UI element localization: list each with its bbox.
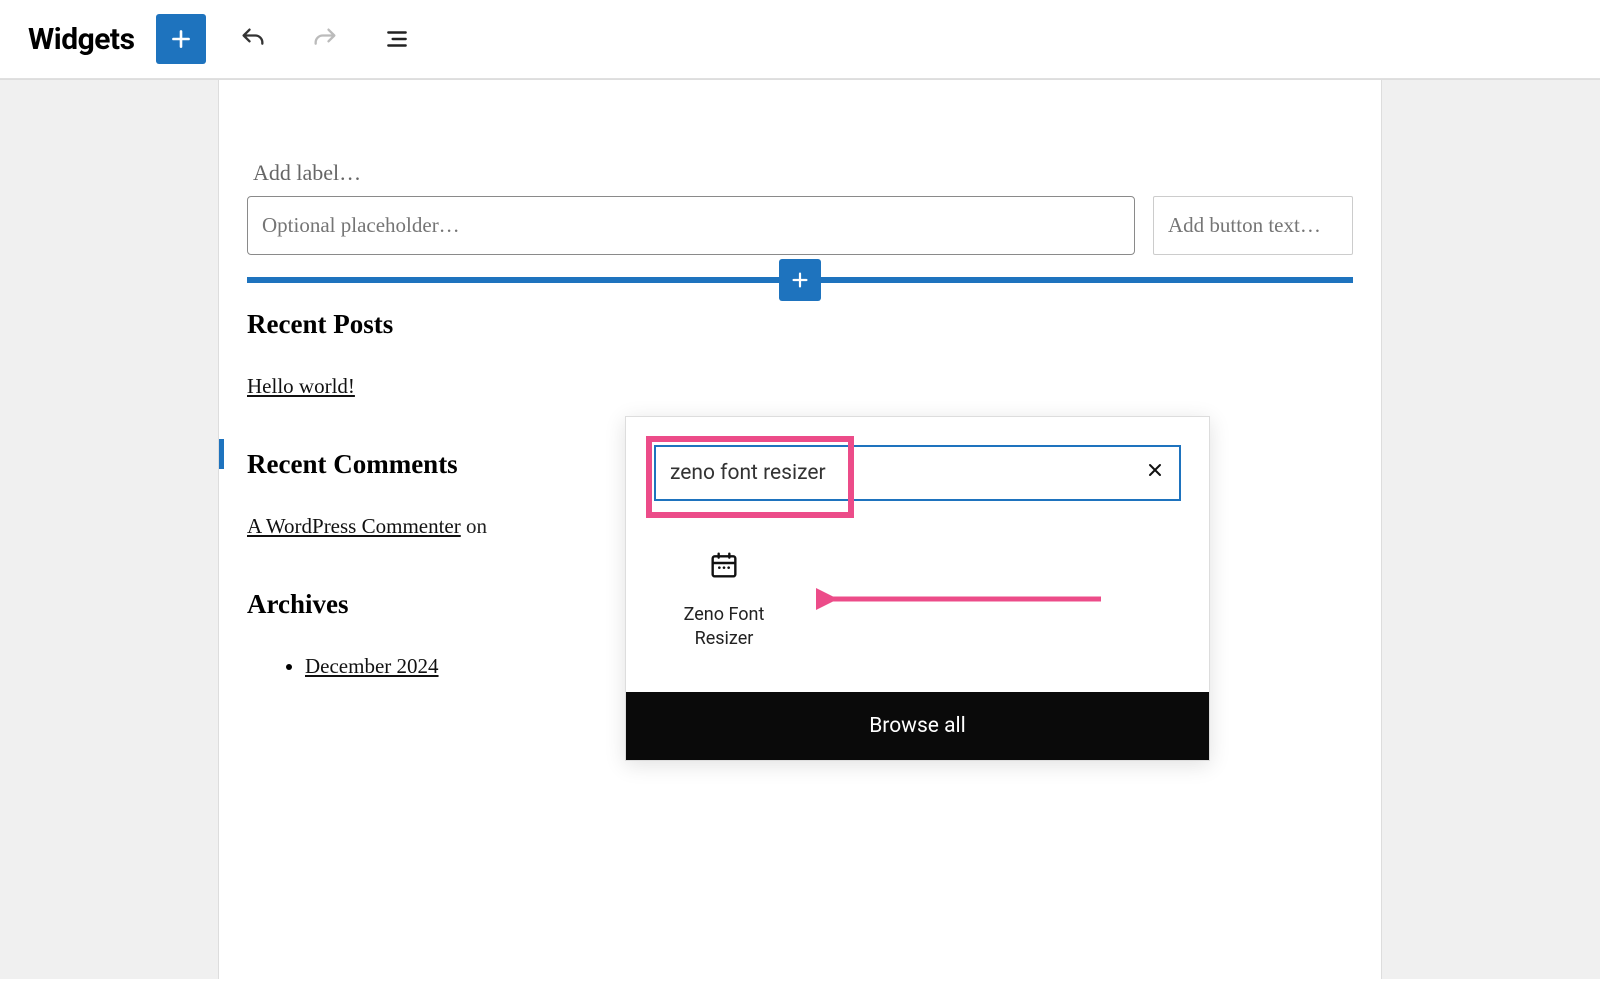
comment-author-link[interactable]: A WordPress Commenter — [247, 514, 461, 539]
block-result-zeno-font-resizer[interactable]: Zeno Font Resizer — [664, 549, 784, 652]
clear-search-button[interactable] — [1145, 460, 1165, 486]
list-view-icon — [384, 26, 410, 52]
recent-posts-heading: Recent Posts — [247, 309, 1353, 340]
undo-icon — [239, 25, 267, 53]
block-inserter-popover: Zeno Font Resizer Browse all — [625, 416, 1210, 761]
annotation-arrow — [816, 587, 1106, 611]
plus-icon — [168, 26, 194, 52]
close-icon — [1145, 460, 1165, 480]
add-block-button[interactable] — [156, 14, 206, 64]
block-result-label: Zeno Font Resizer — [664, 603, 784, 652]
calendar-icon — [708, 549, 740, 581]
comment-on-text: on — [461, 514, 487, 538]
archive-link[interactable]: December 2024 — [305, 654, 439, 679]
block-search-input[interactable] — [654, 445, 1181, 501]
button-text-input[interactable] — [1153, 196, 1353, 255]
page-title: Widgets — [28, 22, 134, 57]
block-appender-divider — [247, 277, 1353, 283]
browse-all-button[interactable]: Browse all — [626, 692, 1209, 760]
form-row — [247, 196, 1353, 255]
document-overview-button[interactable] — [372, 14, 422, 64]
redo-button[interactable] — [300, 14, 350, 64]
plus-icon — [789, 269, 811, 291]
selection-indicator — [219, 439, 224, 469]
editor-stage: Add label… Recent Posts Hello world! Rec… — [0, 79, 1600, 979]
editor-toolbar: Widgets — [0, 0, 1600, 79]
label-placeholder[interactable]: Add label… — [247, 160, 1353, 186]
inserter-search-area — [626, 417, 1209, 529]
redo-icon — [311, 25, 339, 53]
widgets-canvas: Add label… Recent Posts Hello world! Rec… — [218, 80, 1382, 979]
inserter-results: Zeno Font Resizer — [626, 529, 1209, 692]
inline-add-block-button[interactable] — [779, 259, 821, 301]
undo-button[interactable] — [228, 14, 278, 64]
recent-posts-widget: Recent Posts Hello world! — [247, 309, 1353, 399]
post-link[interactable]: Hello world! — [247, 374, 355, 399]
main-placeholder-input[interactable] — [247, 196, 1135, 255]
